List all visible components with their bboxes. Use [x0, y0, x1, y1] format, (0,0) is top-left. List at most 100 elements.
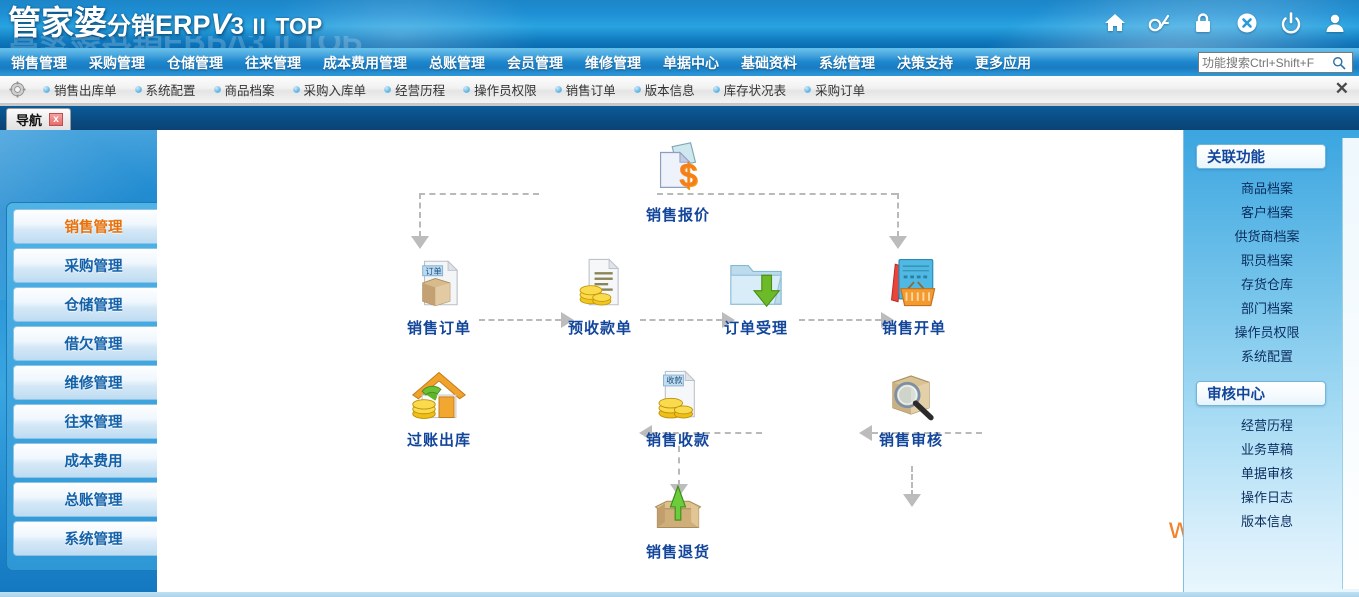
house-coins-icon — [379, 360, 499, 424]
receipt-coins-icon: 收款 — [618, 360, 738, 424]
tab-navigation[interactable]: 导航 x — [6, 108, 72, 130]
bullet-icon — [463, 86, 471, 93]
menu-item-0[interactable]: 销售管理 — [0, 49, 78, 77]
tab-close-icon[interactable]: x — [49, 113, 64, 126]
right-panel-link-0-0[interactable]: 商品档案 — [1202, 175, 1332, 199]
basket-invoice-icon — [854, 248, 974, 312]
sidebar-item-0[interactable]: 销售管理 — [13, 209, 157, 244]
sidebar-item-6[interactable]: 成本费用 — [13, 443, 157, 478]
quick-link-list: 销售出库单 系统配置 商品档案 采购入库单 经营历程 操作员权限 销售订单 版本信息 库存状况表… — [34, 80, 874, 99]
right-panel-link-0-4[interactable]: 存货仓库 — [1202, 271, 1332, 295]
right-panel-link-1-0[interactable]: 经营历程 — [1202, 412, 1332, 436]
quick-link-5[interactable]: 操作员权限 — [454, 80, 546, 99]
connector-quote-to-order-vert — [419, 193, 421, 237]
right-panel-link-1-4[interactable]: 版本信息 — [1202, 508, 1332, 532]
flow-diagram-canvas: $ $ 销售报价 订单 销售订单 预收款单 订单受理 销售开单 过账出库 收款 … — [157, 130, 1183, 597]
bullet-icon — [554, 86, 562, 93]
flow-node-posting-outbound[interactable]: 过账出库 — [379, 360, 499, 450]
quick-link-3[interactable]: 采购入库单 — [284, 80, 376, 99]
right-panel-link-0-2[interactable]: 供货商档案 — [1202, 223, 1332, 247]
power-icon[interactable] — [1277, 9, 1305, 37]
search-input[interactable] — [1199, 53, 1329, 72]
logo-edition-ii: II — [252, 14, 267, 39]
menu-item-12[interactable]: 更多应用 — [964, 49, 1042, 77]
sidebar-item-3[interactable]: 借欠管理 — [13, 326, 157, 361]
menu-item-5[interactable]: 总账管理 — [418, 49, 496, 77]
sidebar-item-4[interactable]: 维修管理 — [13, 365, 157, 400]
right-panel-link-1-2[interactable]: 单据审核 — [1202, 460, 1332, 484]
right-panel-link-0-1[interactable]: 客户档案 — [1202, 199, 1332, 223]
menu-item-7[interactable]: 维修管理 — [574, 49, 652, 77]
function-search-box[interactable] — [1198, 52, 1353, 73]
quick-link-label: 采购入库单 — [303, 84, 367, 98]
bullet-icon — [134, 86, 142, 93]
workspace: 销售管理采购管理仓储管理借欠管理维修管理往来管理成本费用总账管理系统管理 — [0, 130, 1359, 597]
right-panel-link-1-1[interactable]: 业务草稿 — [1202, 436, 1332, 460]
sidebar-item-2[interactable]: 仓储管理 — [13, 287, 157, 322]
lock-icon[interactable] — [1189, 9, 1217, 37]
font-size-icon[interactable] — [1145, 9, 1173, 37]
logo-version-v: V — [210, 8, 231, 41]
tab-label: 导航 — [16, 113, 43, 128]
quick-link-bar: 销售出库单 系统配置 商品档案 采购入库单 经营历程 操作员权限 销售订单 版本信息 库存状况表… — [0, 76, 1359, 104]
flow-node-sales-quote[interactable]: $ $ 销售报价 — [618, 135, 738, 225]
left-navigation-panel: 销售管理采购管理仓储管理借欠管理维修管理往来管理成本费用总账管理系统管理 — [0, 130, 157, 597]
quick-link-1[interactable]: 系统配置 — [126, 80, 205, 99]
flow-node-sales-order[interactable]: 订单 销售订单 — [379, 248, 499, 338]
quick-link-6[interactable]: 销售订单 — [546, 80, 625, 99]
flow-node-label: 过账出库 — [406, 432, 471, 449]
close-circle-icon[interactable] — [1233, 9, 1261, 37]
home-icon[interactable] — [1101, 9, 1129, 37]
right-panel-link-0-7[interactable]: 系统配置 — [1202, 343, 1332, 367]
bullet-icon — [43, 86, 50, 93]
erp-application-window: 管家婆分销ERPV3 II TOP 销售管理 采购管理 仓储管理 往来管理 成本… — [0, 0, 1359, 597]
quick-link-9[interactable]: 采购订单 — [795, 80, 874, 99]
module-button-group: 销售管理采购管理仓储管理借欠管理维修管理往来管理成本费用总账管理系统管理 — [6, 202, 157, 571]
gear-icon[interactable] — [0, 81, 34, 98]
menu-item-2[interactable]: 仓储管理 — [156, 49, 234, 77]
right-panel-link-0-5[interactable]: 部门档案 — [1202, 295, 1332, 319]
quick-link-label: 版本信息 — [644, 84, 695, 98]
menu-item-6[interactable]: 会员管理 — [496, 49, 574, 77]
user-icon[interactable] — [1321, 9, 1349, 37]
bullet-icon — [804, 86, 812, 93]
logo-edition-top: TOP — [275, 13, 323, 39]
order-box-document-icon: 订单 — [379, 248, 499, 312]
right-panel-link-0-6[interactable]: 操作员权限 — [1202, 319, 1332, 343]
sidebar-item-1[interactable]: 采购管理 — [13, 248, 157, 283]
quick-link-0[interactable]: 销售出库单 — [34, 80, 126, 99]
right-panel-link-0-3[interactable]: 职员档案 — [1202, 247, 1332, 271]
right-side-panel: 关联功能 商品档案 客户档案 供货商档案 职员档案 存货仓库 部门档案 操作员权限 系统配置 审核… — [1183, 130, 1359, 597]
menu-item-11[interactable]: 决策支持 — [886, 49, 964, 77]
search-icon[interactable] — [1329, 56, 1349, 70]
quick-link-8[interactable]: 库存状况表 — [704, 80, 796, 99]
flow-node-order-acceptance[interactable]: 订单受理 — [696, 248, 816, 338]
menu-item-3[interactable]: 往来管理 — [234, 49, 312, 77]
bullet-icon — [384, 86, 392, 93]
menu-item-8[interactable]: 单据中心 — [652, 49, 730, 77]
menu-item-1[interactable]: 采购管理 — [78, 49, 156, 77]
arrow-invoice-to-audit — [903, 494, 921, 507]
sidebar-item-5[interactable]: 往来管理 — [13, 404, 157, 439]
right-panel-link-1-3[interactable]: 操作日志 — [1202, 484, 1332, 508]
flow-node-sales-receipt[interactable]: 收款 销售收款 — [618, 360, 738, 450]
menu-item-4[interactable]: 成本费用管理 — [312, 49, 418, 77]
flow-node-sales-invoice[interactable]: 销售开单 — [854, 248, 974, 338]
flow-node-sales-return[interactable]: 销售退货 — [618, 472, 738, 562]
site-watermark: www.baimao.com — [1169, 512, 1183, 545]
quick-link-7[interactable]: 版本信息 — [625, 80, 704, 99]
sidebar-item-7[interactable]: 总账管理 — [13, 482, 157, 517]
logo-version-number: 3 — [230, 13, 244, 40]
menu-item-9[interactable]: 基础资料 — [730, 49, 808, 77]
menu-item-10[interactable]: 系统管理 — [808, 49, 886, 77]
flow-node-sales-audit[interactable]: 销售审核 — [851, 360, 971, 450]
flow-node-advance-receipt[interactable]: 预收款单 — [540, 248, 660, 338]
close-icon[interactable]: ✕ — [1335, 80, 1349, 98]
flow-node-label: 预收款单 — [567, 320, 632, 337]
svg-text:订单: 订单 — [425, 266, 441, 276]
folder-download-icon — [696, 248, 816, 312]
sidebar-item-8[interactable]: 系统管理 — [13, 521, 157, 556]
app-logo: 管家婆分销ERPV3 II TOP — [8, 1, 322, 48]
quick-link-2[interactable]: 商品档案 — [205, 80, 284, 99]
quick-link-4[interactable]: 经营历程 — [375, 80, 454, 99]
